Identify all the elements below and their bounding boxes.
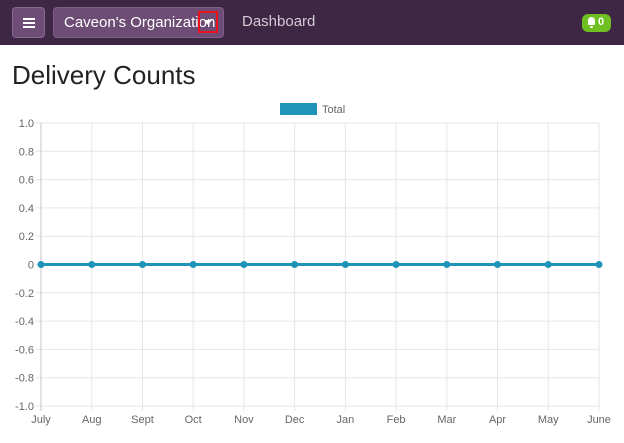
data-point — [240, 261, 248, 268]
y-tick-label: 0 — [28, 260, 34, 272]
legend-swatch — [280, 103, 317, 115]
x-tick-label: Aug — [82, 414, 102, 426]
data-point — [291, 261, 299, 268]
data-point — [443, 261, 451, 268]
y-tick-label: 0.6 — [19, 175, 34, 187]
data-point — [88, 261, 96, 268]
y-tick-label: -0.2 — [15, 288, 34, 300]
x-tick-label: Jan — [336, 414, 354, 426]
y-tick-label: -0.4 — [15, 316, 34, 328]
data-point — [189, 261, 197, 268]
x-tick-label: Nov — [234, 414, 254, 426]
y-tick-label: -0.6 — [15, 344, 34, 356]
data-point — [544, 261, 552, 268]
y-tick-label: 0.2 — [19, 231, 34, 243]
x-tick-label: May — [538, 414, 559, 426]
y-tick-label: 1.0 — [19, 118, 34, 130]
data-point — [595, 261, 603, 268]
y-tick-label: 0.8 — [19, 146, 34, 158]
delivery-counts-chart: 1.0 0.8 0.6 0.4 0.2 0 -0.2 -0.4 -0.6 -0.8 -1.0July… — [15, 103, 611, 426]
data-point — [37, 261, 45, 268]
x-tick-label: Apr — [489, 414, 506, 426]
y-tick-label: -1.0 — [15, 401, 34, 413]
data-point — [138, 261, 146, 268]
y-tick-label: -0.8 — [15, 373, 34, 385]
x-tick-label: Dec — [285, 414, 305, 426]
y-tick-label: 0.4 — [19, 203, 34, 215]
x-tick-label: June — [587, 414, 611, 426]
x-tick-label: Mar — [437, 414, 456, 426]
legend-label: Total — [322, 104, 345, 116]
x-tick-label: Feb — [387, 414, 406, 426]
data-point — [494, 261, 502, 268]
x-tick-label: Oct — [185, 414, 202, 426]
x-tick-label: Sept — [131, 414, 154, 426]
data-point — [392, 261, 400, 268]
data-point — [341, 261, 349, 268]
x-tick-label: July — [31, 414, 51, 426]
